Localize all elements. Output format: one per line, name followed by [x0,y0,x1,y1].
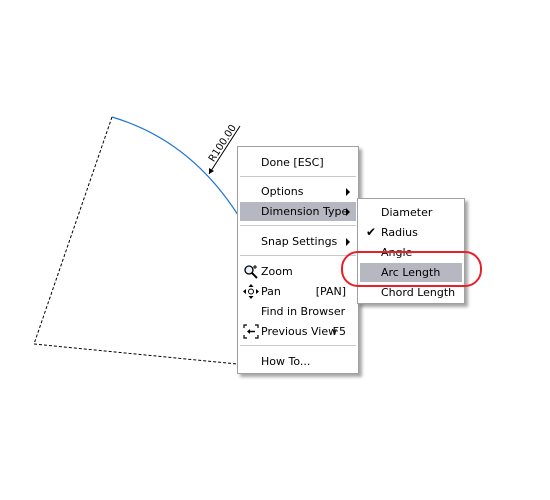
menu-item-find-in-browser[interactable]: Find in Browser [240,302,356,321]
menu-item-shortcut: F5 [332,325,346,338]
menu-item-snap-settings[interactable]: Snap Settings [240,232,356,251]
sector-left-edge [33,116,113,345]
submenu-item-radius[interactable]: ✔ Radius [360,223,462,242]
menu-item-label: Done [ESC] [261,156,324,169]
submenu-arrow-icon [346,208,350,216]
context-menu: Done [ESC] Options Dimension Type Snap S… [237,146,359,374]
previous-view-icon [243,324,259,339]
checkmark-icon: ✔ [366,225,377,239]
pan-icon [243,284,259,299]
menu-item-pan[interactable]: Pan [PAN] [240,282,356,301]
submenu-arrow-icon [346,188,350,196]
submenu-item-label: Arc Length [381,266,441,279]
submenu-item-label: Radius [381,226,418,239]
menu-item-shortcut: [PAN] [315,285,346,298]
menu-item-label: How To... [261,355,311,368]
submenu-item-angle[interactable]: Angle [360,243,462,262]
menu-item-previous-view[interactable]: Previous View F5 [240,322,356,341]
submenu-item-label: Chord Length [381,286,456,299]
menu-separator [240,255,356,256]
menu-item-label: Previous View [261,325,338,338]
dimension-arrowhead [209,168,214,174]
zoom-icon [244,265,258,279]
menu-item-label: Options [261,185,304,198]
dimension-type-submenu: Diameter ✔ Radius Angle Arc Length Chord… [357,198,465,304]
arc-curve[interactable] [111,116,239,216]
menu-item-label: Dimension Type [261,205,349,218]
submenu-item-chord-length[interactable]: Chord Length [360,283,462,302]
menu-item-label: Find in Browser [261,305,346,318]
submenu-item-diameter[interactable]: Diameter [360,203,462,222]
menu-item-options[interactable]: Options [240,182,356,201]
menu-item-label: Zoom [261,265,293,278]
submenu-item-label: Angle [381,246,413,259]
menu-separator [240,225,356,226]
menu-item-dimension-type[interactable]: Dimension Type [240,202,356,221]
menu-item-label: Snap Settings [261,235,338,248]
menu-separator [240,345,356,346]
submenu-item-label: Diameter [381,206,433,219]
submenu-item-arc-length[interactable]: Arc Length [360,263,462,282]
menu-item-label: Pan [261,285,281,298]
menu-item-done[interactable]: Done [ESC] [240,153,356,172]
menu-item-how-to[interactable]: How To... [240,352,356,371]
sector-bottom-edge [33,343,238,365]
menu-item-zoom[interactable]: Zoom [240,262,356,281]
menu-separator [240,176,356,177]
submenu-arrow-icon [346,238,350,246]
